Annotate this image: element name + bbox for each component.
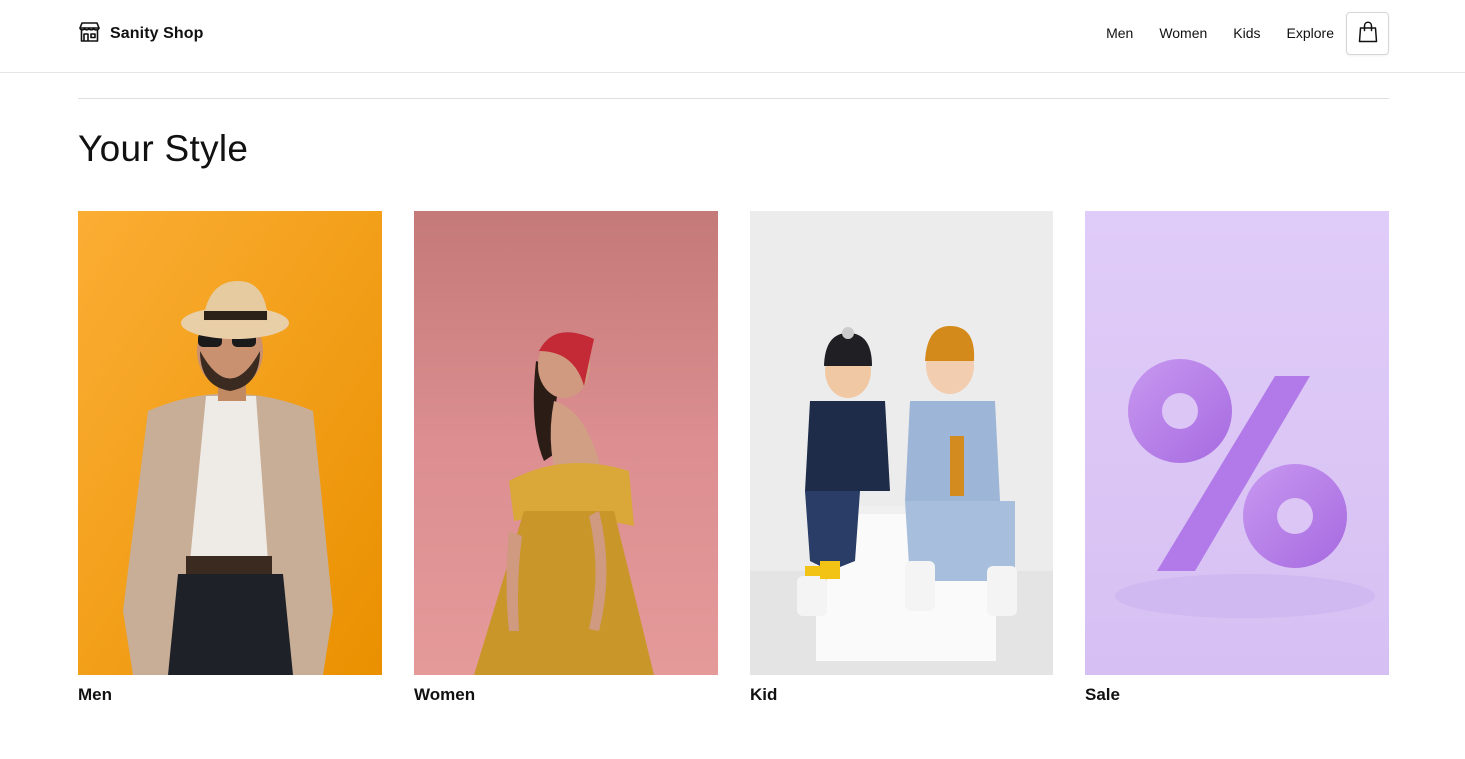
category-label-women: Women [414,685,476,704]
men-category-photo [78,211,382,675]
kids-category-photo [750,211,1054,675]
page-title: Your Style [78,128,249,169]
category-label-men: Men [78,685,112,704]
sale-percent-graphic [1085,211,1389,675]
category-label-kid: Kid [750,685,778,704]
category-card-men[interactable]: Men [78,211,382,705]
cart-button[interactable] [1346,12,1389,55]
nav-link-men[interactable]: Men [1106,12,1133,55]
top-navigation-bar: Sanity Shop Men Women Kids Explore [0,0,1465,73]
brand-home-link[interactable]: Sanity Shop [78,21,204,48]
category-label-sale: Sale [1085,685,1120,704]
nav-link-women[interactable]: Women [1159,12,1207,55]
nav-link-explore[interactable]: Explore [1287,12,1334,55]
section-divider [78,98,1389,99]
main-nav: Men Women Kids Explore [1106,12,1389,55]
shopping-bag-icon [1358,21,1378,46]
storefront-icon [78,21,101,48]
category-card-kid[interactable]: Kid [750,211,1054,705]
nav-link-kids[interactable]: Kids [1233,12,1260,55]
category-card-women[interactable]: Women [414,211,718,705]
category-card-sale[interactable]: Sale [1085,211,1389,705]
brand-name: Sanity Shop [110,25,204,42]
women-category-photo [414,211,718,675]
